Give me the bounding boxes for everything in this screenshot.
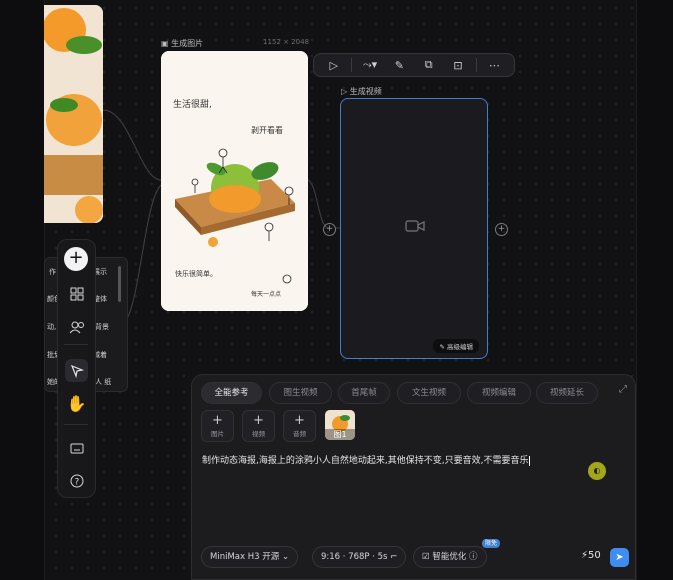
- hand-icon[interactable]: ✋: [65, 392, 88, 415]
- model-select[interactable]: MiniMax H3 开源 ⌄: [201, 546, 299, 568]
- tab-first-last-frame[interactable]: 首尾帧: [338, 382, 390, 404]
- pointer-icon[interactable]: [65, 359, 88, 382]
- previous-image-node[interactable]: [44, 5, 103, 223]
- image-icon: ▣: [161, 39, 172, 48]
- add-input-icon[interactable]: +: [323, 223, 336, 236]
- image-node-title: 生成图片: [171, 39, 204, 48]
- voice-input-icon[interactable]: ◐: [588, 462, 606, 480]
- generated-image[interactable]: 生活很甜, 剥开看看 快乐很简单。 每天一点点: [161, 51, 308, 311]
- play-icon[interactable]: ▷: [320, 55, 347, 75]
- prompt-input[interactable]: 制作动态海报,海报上的涂鸦小人自然地动起来,其他保持不变,只要音效,不需要音乐: [202, 453, 602, 466]
- rail-divider: [64, 424, 88, 425]
- text-caret: [529, 455, 531, 466]
- panel-scrollbar[interactable]: [118, 266, 121, 302]
- expand-icon[interactable]: ⤢: [619, 384, 627, 395]
- image-node-header: ▣ 生成图片 1152 × 2048: [161, 38, 309, 50]
- panel-item[interactable]: 作: [49, 267, 56, 277]
- tab-video-extend[interactable]: 视频延长: [536, 382, 598, 404]
- tab-text-to-video[interactable]: 文生视频: [397, 382, 461, 404]
- poster-text-3: 快乐很简单。: [175, 269, 217, 278]
- corner-icon: ⌐: [390, 552, 398, 562]
- help-icon[interactable]: ?: [65, 469, 88, 492]
- toolbar-divider: [351, 58, 353, 72]
- add-node-button[interactable]: +: [64, 247, 88, 271]
- upload-image-button[interactable]: + 图片: [201, 410, 234, 442]
- brush-icon[interactable]: ✎: [386, 55, 413, 75]
- connect-icon[interactable]: ⤳▾: [356, 55, 383, 75]
- tab-video-edit[interactable]: 视频编辑: [467, 382, 531, 404]
- tab-image-to-video[interactable]: 图生视频: [269, 382, 332, 404]
- chevron-down-icon: ⌄: [281, 552, 290, 562]
- users-icon[interactable]: [65, 315, 88, 338]
- tool-rail: + ✋ ?: [57, 239, 96, 498]
- poster-text-2: 剥开看看: [251, 126, 283, 135]
- video-node-header: ▷ 生成视频: [341, 86, 382, 97]
- upload-video-button[interactable]: + 视频: [242, 410, 275, 442]
- toolbar-divider: [475, 58, 477, 72]
- free-badge: 限免: [482, 539, 501, 548]
- grid-icon[interactable]: [65, 282, 88, 305]
- plus-icon: +: [253, 413, 264, 428]
- plus-icon: +: [294, 413, 305, 428]
- video-small-icon: ▷: [341, 87, 350, 96]
- more-icon[interactable]: ⋯: [481, 55, 508, 75]
- rail-divider: [64, 344, 88, 345]
- crop-icon[interactable]: ⧉: [415, 55, 442, 75]
- reference-image-thumb[interactable]: 图1: [325, 410, 355, 440]
- keyboard-icon[interactable]: [65, 436, 88, 459]
- poster-illustration: 生活很甜, 剥开看看 快乐很简单。 每天一点点: [161, 51, 308, 311]
- add-output-icon[interactable]: +: [495, 223, 508, 236]
- svg-text:?: ?: [74, 477, 79, 487]
- send-button[interactable]: ➤: [610, 548, 629, 567]
- advanced-edit-badge[interactable]: ✎ 高级编辑: [433, 339, 479, 353]
- edit-icon: ✎: [439, 343, 447, 351]
- smart-optimize-toggle[interactable]: ☑ 智能优化 ⓘ: [413, 546, 487, 568]
- lightning-icon: ⚡: [581, 550, 589, 561]
- poster-text-1: 生活很甜,: [173, 98, 212, 110]
- tab-omni-reference[interactable]: 全能参考: [201, 382, 262, 404]
- info-icon: ⓘ: [469, 552, 478, 562]
- plus-icon: +: [212, 413, 223, 428]
- tangerine-photo: [44, 5, 103, 223]
- poster-text-4: 每天一点点: [251, 290, 281, 298]
- scan-icon[interactable]: ⊡: [444, 55, 471, 75]
- check-icon: ☑: [422, 552, 433, 562]
- video-node[interactable]: ✎ 高级编辑: [340, 98, 488, 359]
- video-camera-icon: [405, 220, 425, 232]
- upload-audio-button[interactable]: + 音频: [283, 410, 316, 442]
- credit-count: ⚡50: [581, 550, 601, 561]
- video-node-title: 生成视频: [349, 87, 382, 96]
- video-settings-select[interactable]: 9:16 · 768P · 5s ⌐: [312, 546, 407, 568]
- panel-item[interactable]: 动,: [47, 322, 56, 332]
- reference-label: 图1: [325, 429, 355, 440]
- image-size: 1152 × 2048: [263, 38, 309, 46]
- panel-item[interactable]: 背景: [95, 322, 109, 332]
- panel-item[interactable]: 人 纸: [95, 377, 111, 387]
- prompt-panel: 全能参考 图生视频 首尾帧 文生视频 视频编辑 视频延长 ⤢ + 图片 + 视频 +…: [191, 374, 636, 580]
- node-toolbar: ▷ ⤳▾ ✎ ⧉ ⊡ ⋯: [313, 53, 515, 77]
